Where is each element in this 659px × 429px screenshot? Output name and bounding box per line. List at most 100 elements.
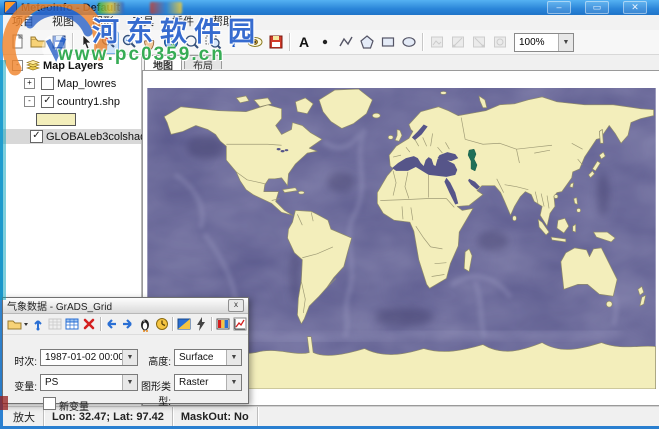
remove-data-icon[interactable] — [81, 315, 98, 333]
identify-icon[interactable]: i — [223, 32, 244, 53]
time-combo[interactable]: 1987-01-02 00:00 ▼ — [40, 349, 138, 366]
island-ireland — [387, 135, 394, 140]
status-maskout: MaskOut: No — [173, 407, 258, 427]
layer-row-country1[interactable]: - country1.shp — [21, 94, 141, 109]
grid-data-icon-disabled[interactable] — [47, 315, 64, 333]
dialog-title-bar[interactable]: 气象数据 - GrADS_Grid x — [3, 298, 248, 314]
expand-icon[interactable]: + — [24, 78, 35, 89]
graph-type-combo[interactable]: Raster ▼ — [174, 374, 242, 391]
menu-tools[interactable]: 工具 — [123, 15, 163, 30]
open-data-icon[interactable] — [7, 315, 30, 333]
zoom-full-icon[interactable] — [181, 32, 202, 53]
polyline-draw-icon[interactable] — [335, 32, 356, 53]
edit-tool-icon-3[interactable] — [468, 32, 489, 53]
level-value: Surface — [179, 352, 214, 363]
minimize-button[interactable]: – — [547, 1, 571, 14]
next-time-icon[interactable] — [119, 315, 136, 333]
layer-label-map-lowres: Map_lowres — [57, 77, 117, 90]
edit-tool-icon-4[interactable] — [489, 32, 510, 53]
menu-graphics[interactable]: 图形 — [83, 15, 123, 30]
data-table-icon[interactable] — [64, 315, 81, 333]
open-project-icon[interactable] — [27, 32, 48, 53]
edit-tool-icon-2[interactable] — [447, 32, 468, 53]
app-window: MeteoInfo - Default – ▭ ✕ 项目 视图 图形 工具 插件… — [0, 0, 659, 429]
full-extent-globe-icon[interactable] — [160, 32, 181, 53]
variable-combo[interactable]: PS ▼ — [40, 374, 138, 391]
level-label: 高度: — [148, 357, 171, 368]
chevron-down-icon[interactable]: ▼ — [558, 33, 573, 51]
lake-ontario — [284, 149, 289, 152]
data-info-icon[interactable] — [30, 315, 47, 333]
section-plot-icon[interactable] — [175, 315, 192, 333]
zoom-to-layer-icon[interactable] — [202, 32, 223, 53]
save-project-icon[interactable] — [48, 32, 69, 53]
point-draw-icon[interactable] — [314, 32, 335, 53]
pan-hand-icon[interactable] — [139, 32, 160, 53]
layer-checkbox-map-lowres[interactable] — [41, 77, 54, 90]
layer-row-map-lowres[interactable]: + Map_lowres — [21, 76, 141, 91]
animation-icon[interactable] — [136, 315, 153, 333]
zoom-in-icon[interactable] — [96, 30, 119, 54]
run-script-icon[interactable] — [192, 315, 209, 333]
text-label-icon[interactable]: A — [293, 32, 314, 53]
island-svalbard — [440, 91, 447, 95]
rectangle-draw-icon[interactable] — [377, 32, 398, 53]
menu-help[interactable]: 帮助 — [203, 15, 243, 30]
layer-checkbox-globaleb3[interactable] — [30, 130, 43, 143]
collapse-icon[interactable]: - — [12, 60, 23, 71]
dialog-close-button[interactable]: x — [228, 299, 244, 312]
chevron-down-icon[interactable]: ▼ — [226, 350, 241, 365]
eye-icon[interactable] — [244, 32, 265, 53]
menu-project[interactable]: 项目 — [3, 15, 43, 30]
layers-root-label: Map Layers — [43, 59, 104, 72]
new-project-icon[interactable] — [6, 32, 27, 53]
select-cursor-icon[interactable] — [76, 32, 97, 53]
map-zoom-combo[interactable]: 100% ▼ — [514, 32, 574, 52]
time-animation-icon[interactable] — [153, 315, 170, 333]
previous-time-icon[interactable] — [102, 315, 119, 333]
island-hispaniola — [298, 190, 305, 195]
time-value: 1987-01-02 00:00 — [45, 352, 122, 363]
ellipse-draw-icon[interactable] — [398, 32, 419, 53]
chart-icon[interactable] — [231, 315, 248, 333]
tab-map[interactable]: 地图 — [144, 55, 182, 72]
window-title: MeteoInfo - Default — [21, 1, 120, 14]
polygon-draw-icon[interactable] — [356, 32, 377, 53]
lake-michigan — [280, 149, 285, 153]
edit-tool-icon-1[interactable] — [426, 32, 447, 53]
zoom-out-icon[interactable] — [118, 32, 139, 53]
island-sri-lanka — [512, 215, 517, 222]
layers-root-row[interactable]: - Map Layers — [9, 58, 141, 73]
layer-checkbox-country1[interactable] — [41, 95, 54, 108]
status-spacer — [258, 407, 659, 427]
legend-swatch-country1[interactable] — [36, 113, 76, 126]
level-combo[interactable]: Surface ▼ — [174, 349, 242, 366]
main-toolbar: i A 100% ▼ — [3, 30, 659, 55]
menu-bar: 项目 视图 图形 工具 插件 帮助 — [3, 15, 659, 31]
maximize-button[interactable]: ▭ — [585, 1, 609, 14]
island-tasmania — [605, 300, 613, 308]
graph-type-label: 图形类型: — [141, 382, 171, 408]
save-image-icon[interactable] — [265, 32, 286, 53]
collapse-icon[interactable]: - — [24, 96, 35, 107]
chevron-down-icon[interactable]: ▼ — [122, 350, 137, 365]
map-zoom-value: 100% — [519, 36, 545, 48]
new-variable-checkbox[interactable] — [43, 397, 56, 410]
island-hainan — [553, 194, 559, 199]
chevron-down-icon[interactable]: ▼ — [226, 375, 241, 390]
menu-view[interactable]: 视图 — [43, 15, 83, 30]
island-sakhalin — [599, 129, 604, 144]
time-label: 时次: — [14, 357, 37, 368]
tab-layout[interactable]: 布局 — [184, 55, 222, 72]
menu-plugins[interactable]: 插件 — [163, 15, 203, 30]
title-bar: MeteoInfo - Default – ▭ ✕ — [0, 0, 659, 15]
dialog-title: 气象数据 - GrADS_Grid — [7, 302, 113, 313]
legend-editor-icon[interactable] — [214, 315, 231, 333]
close-button[interactable]: ✕ — [623, 1, 647, 14]
layers-stack-icon — [26, 60, 40, 71]
island-mindanao — [576, 208, 581, 213]
app-icon — [4, 1, 17, 14]
svg-text:i: i — [232, 36, 236, 51]
layer-row-globaleb3[interactable]: GLOBALeb3colshade.jpg — [3, 129, 170, 144]
new-variable-label: 新变量 — [59, 402, 89, 413]
